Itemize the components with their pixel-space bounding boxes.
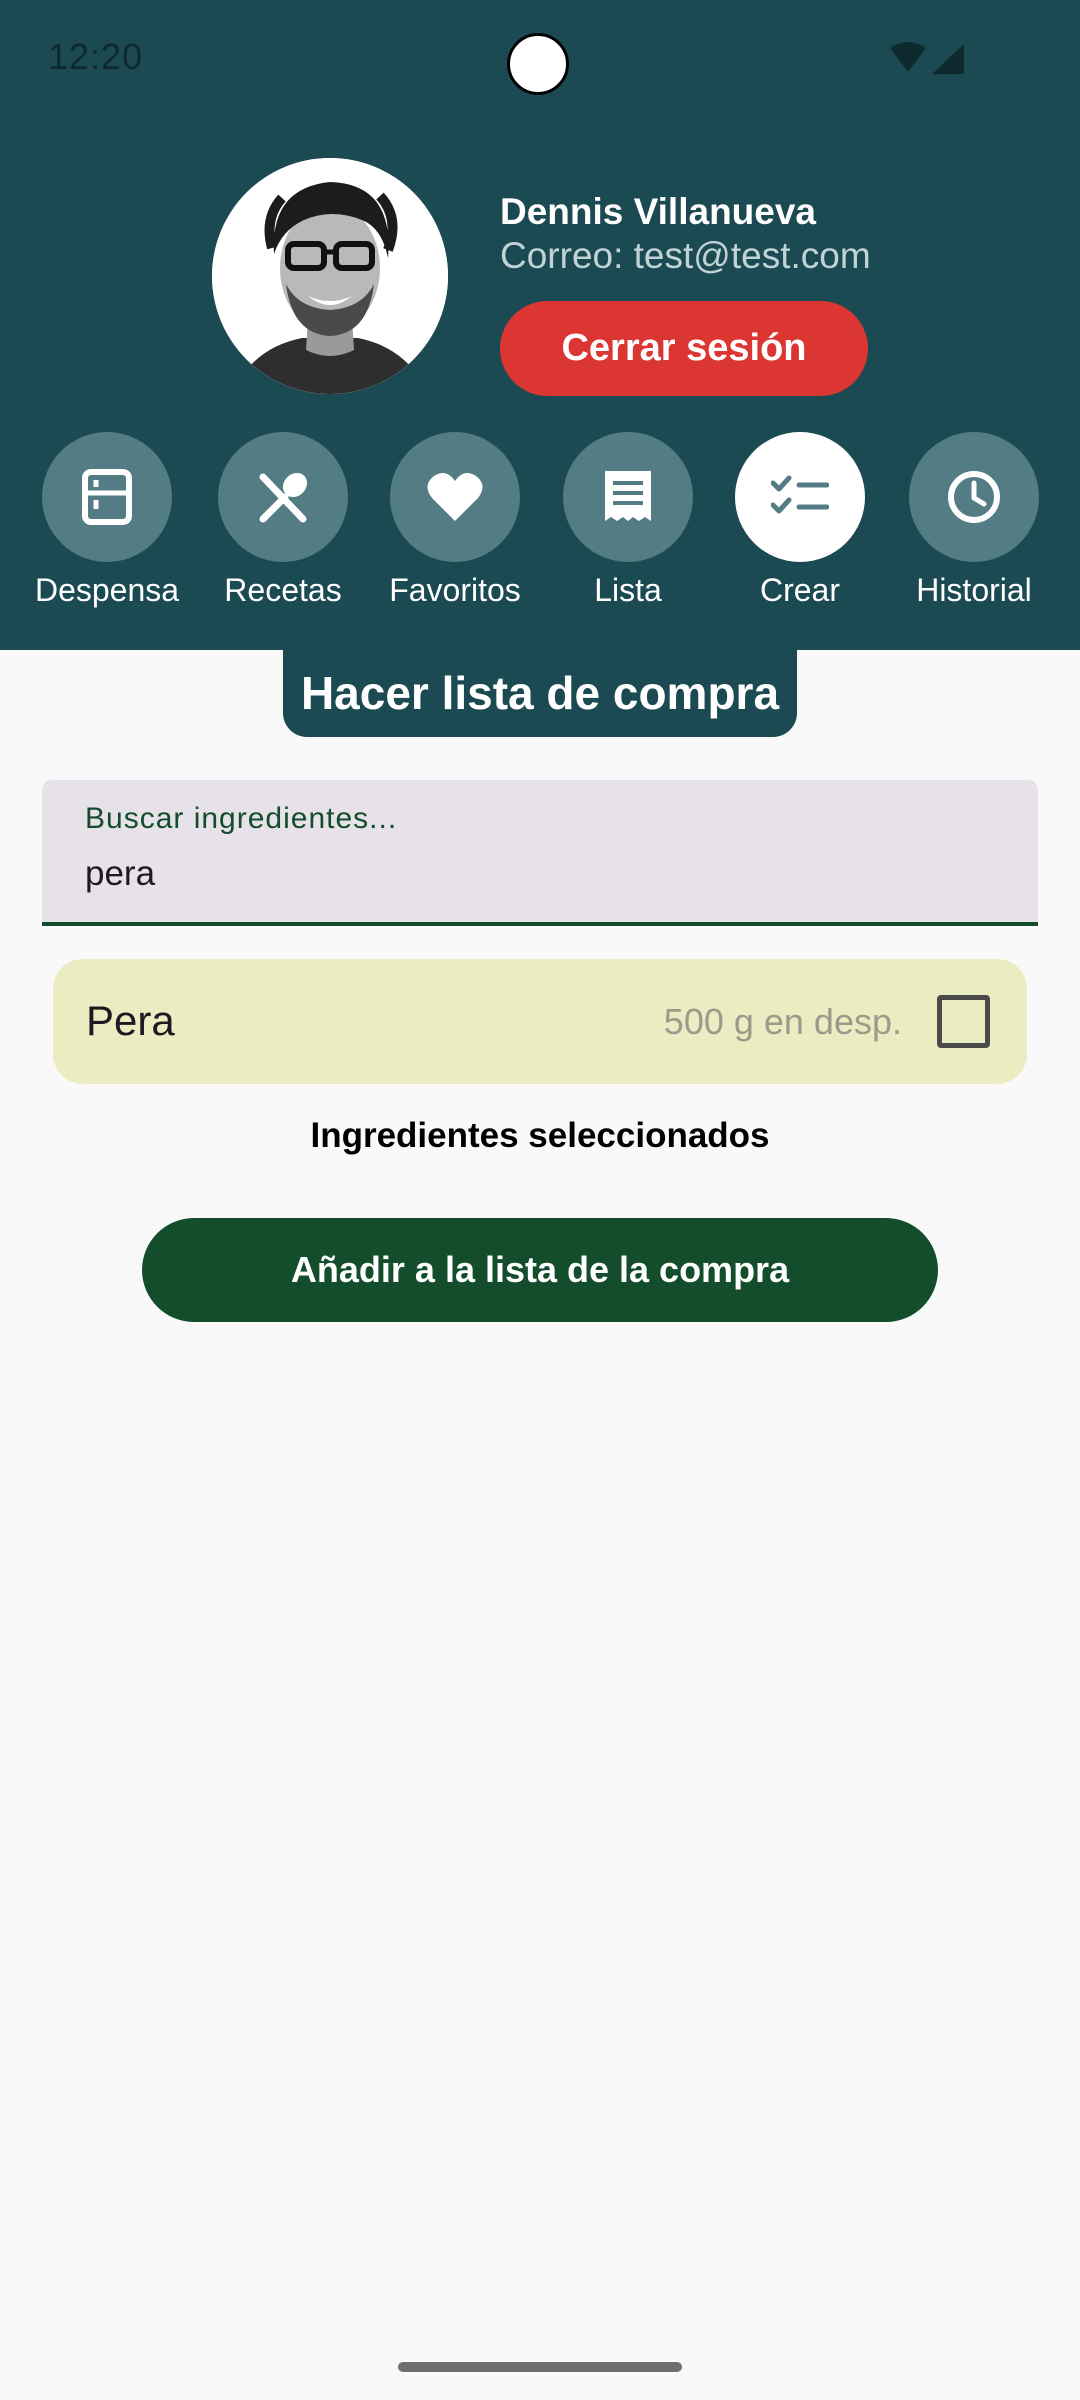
add-to-shopping-list-button[interactable]: Añadir a la lista de la compra — [142, 1218, 938, 1322]
camera-cutout — [507, 33, 569, 95]
search-value[interactable]: pera — [85, 854, 155, 894]
search-label: Buscar ingredientes... — [85, 802, 398, 835]
clock-icon — [948, 471, 1000, 523]
nav-label: Lista — [594, 572, 662, 608]
status-icons — [890, 42, 964, 74]
nav-circle — [218, 432, 348, 562]
avatar-photo — [212, 158, 448, 394]
search-input[interactable]: Buscar ingredientes... pera — [42, 780, 1038, 926]
ingredient-name: Pera — [86, 997, 175, 1044]
nav-item-historial[interactable]: Historial — [888, 432, 1060, 612]
home-indicator[interactable] — [398, 2362, 682, 2372]
avatar — [212, 158, 448, 394]
nav-circle — [42, 432, 172, 562]
user-email: Correo: test@test.com — [500, 235, 871, 276]
app-screen: 12:20 Dennis Villanueva Correo: test@tes… — [0, 0, 1080, 2400]
nav-label: Historial — [916, 572, 1032, 608]
nav-item-crear[interactable]: Crear — [714, 432, 886, 612]
heart-icon — [427, 472, 483, 521]
nav-circle — [563, 432, 693, 562]
nav-item-despensa[interactable]: Despensa — [21, 432, 193, 612]
nav-label: Recetas — [224, 572, 342, 608]
nav-circle — [909, 432, 1039, 562]
nav-label: Crear — [759, 572, 840, 608]
wifi-icon — [890, 42, 926, 72]
nav-circle — [735, 432, 865, 562]
page-title: Hacer lista de compra — [283, 648, 797, 737]
logout-button[interactable]: Cerrar sesión — [500, 301, 868, 396]
selected-ingredients-heading: Ingredientes seleccionados — [310, 1116, 770, 1155]
nav-item-recetas[interactable]: Recetas — [197, 432, 369, 612]
utensils-icon — [259, 472, 308, 523]
header: 12:20 Dennis Villanueva Correo: test@tes… — [0, 0, 1080, 650]
status-time: 12:20 — [48, 36, 144, 77]
nav-label: Despensa — [34, 572, 180, 608]
receipt-icon — [605, 471, 651, 521]
nav-label: Favoritos — [389, 572, 521, 608]
ingredient-checkbox[interactable] — [937, 995, 990, 1048]
fridge-icon — [82, 469, 132, 525]
ingredient-result-card[interactable]: Pera 500 g en desp. — [53, 959, 1027, 1084]
nav-item-lista[interactable]: Lista — [542, 432, 714, 612]
status-bar: 12:20 — [0, 0, 1080, 120]
nav-circle — [390, 432, 520, 562]
nav-item-favoritos[interactable]: Favoritos — [369, 432, 541, 612]
user-name: Dennis Villanueva — [500, 191, 816, 232]
checklist-icon — [771, 475, 829, 514]
ingredient-stock: 500 g en desp. — [663, 1001, 902, 1042]
